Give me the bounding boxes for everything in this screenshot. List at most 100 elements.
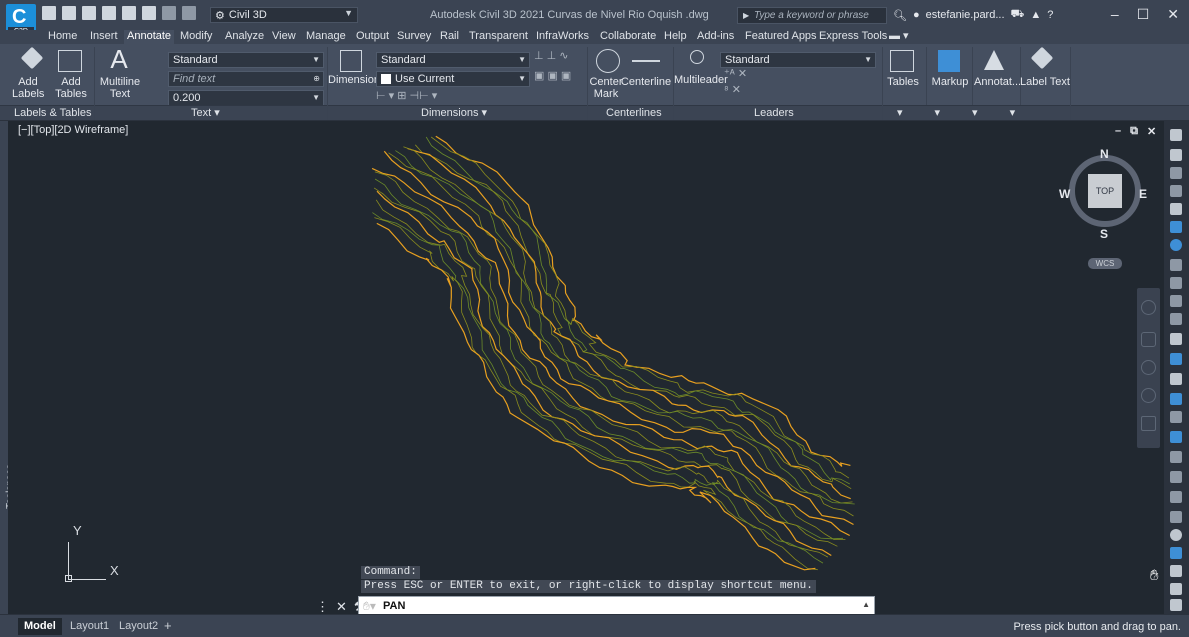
tab-modify[interactable]: Modify bbox=[180, 30, 212, 44]
toolspace-bar[interactable]: Toolspace bbox=[0, 121, 16, 614]
workspace-select[interactable]: ⚙ Civil 3D ▼ bbox=[210, 7, 358, 23]
zoom-icon[interactable] bbox=[1141, 360, 1156, 375]
dimension-button[interactable]: Dimension bbox=[328, 74, 380, 86]
compass-south[interactable]: S bbox=[1100, 227, 1108, 241]
section-icon[interactable] bbox=[1170, 511, 1182, 523]
leader-add-icon[interactable]: ⁺ᴬ ✕ bbox=[724, 68, 764, 80]
tab-annotate[interactable]: Annotate bbox=[124, 30, 175, 44]
steering-wheel-icon[interactable] bbox=[1141, 300, 1156, 315]
command-input[interactable]: ✋︎▾ PAN ▲ bbox=[358, 596, 875, 616]
close-icon[interactable]: ✕ bbox=[1167, 6, 1179, 23]
label-text-button[interactable]: Label Text bbox=[1020, 76, 1070, 88]
leader-align-icon[interactable]: ⁸ ✕ bbox=[724, 84, 764, 96]
restore-icon[interactable]: ⧉ bbox=[1130, 125, 1138, 138]
tab-output[interactable]: Output bbox=[356, 30, 389, 44]
viewcube[interactable]: TOP N S E W bbox=[1059, 147, 1147, 251]
annotate-button[interactable]: Annotat... bbox=[974, 76, 1021, 88]
dim-arrange-icon[interactable]: ⊥ ⊥ ∿ bbox=[534, 50, 582, 62]
panel-footer-labels-tables[interactable]: Labels & Tables ▾ bbox=[0, 105, 94, 133]
compass-north[interactable]: N bbox=[1100, 147, 1109, 161]
save-icon[interactable] bbox=[82, 6, 96, 20]
centerline-button[interactable]: Centerline bbox=[620, 76, 672, 88]
panel-footer-text[interactable]: Text ▾ bbox=[95, 105, 327, 120]
viewcube-top-face[interactable]: TOP bbox=[1088, 174, 1122, 208]
leader-style-select[interactable]: Standard ▼ bbox=[720, 52, 876, 68]
plot-icon[interactable] bbox=[122, 6, 136, 20]
wcs-menu[interactable]: WCS bbox=[1088, 258, 1122, 269]
tab-transparent[interactable]: Transparent bbox=[469, 30, 528, 44]
tab-help[interactable]: Help bbox=[664, 30, 687, 44]
add-labels-button[interactable]: Add Labels bbox=[12, 76, 44, 100]
cart-icon[interactable]: ⛟ bbox=[1011, 8, 1025, 22]
section-icon[interactable] bbox=[1170, 451, 1182, 463]
open-icon[interactable] bbox=[62, 6, 76, 20]
tab-rail[interactable]: Rail bbox=[440, 30, 459, 44]
text-height-select[interactable]: 0.200 ▼ bbox=[168, 90, 324, 106]
save-as-icon[interactable] bbox=[102, 6, 116, 20]
chevron-up-icon[interactable]: ▲ bbox=[862, 600, 870, 609]
minimize-icon[interactable]: – bbox=[1111, 6, 1119, 23]
section-icon[interactable] bbox=[1170, 491, 1182, 503]
point-icon[interactable] bbox=[1170, 295, 1182, 307]
add-layout-button[interactable]: + bbox=[158, 618, 178, 635]
assembly-icon[interactable] bbox=[1170, 565, 1182, 577]
markup-button[interactable]: Markup bbox=[928, 76, 972, 88]
globe-icon[interactable] bbox=[1170, 221, 1182, 233]
autodesk-icon[interactable]: ▲ bbox=[1030, 9, 1041, 21]
help-icon[interactable]: ? bbox=[1047, 9, 1053, 21]
close-icon[interactable]: ✕ bbox=[1147, 125, 1156, 138]
flag-outline-icon[interactable] bbox=[1170, 185, 1182, 197]
ribbon-toggle-icon[interactable]: ▬ ▾ bbox=[889, 30, 909, 44]
panel-footer-dimensions[interactable]: Dimensions ▾ bbox=[328, 105, 587, 120]
flag-icon[interactable] bbox=[1170, 129, 1182, 141]
tree-icon[interactable] bbox=[1170, 599, 1182, 611]
edit-icon[interactable] bbox=[1170, 411, 1182, 423]
point-icon[interactable] bbox=[1170, 313, 1182, 325]
layout-tab-layout1[interactable]: Layout1 bbox=[64, 618, 115, 635]
layout-tab-layout2[interactable]: Layout2 bbox=[113, 618, 164, 635]
compass-west[interactable]: W bbox=[1059, 187, 1070, 201]
orbit-icon[interactable] bbox=[1141, 388, 1156, 403]
print-icon[interactable] bbox=[142, 6, 156, 20]
pointer-icon[interactable] bbox=[1170, 167, 1182, 179]
compass-east[interactable]: E bbox=[1139, 187, 1147, 201]
find-text-input[interactable]: Find text ⊕ bbox=[168, 71, 324, 87]
tab-analyze[interactable]: Analyze bbox=[225, 30, 264, 44]
document-icon[interactable] bbox=[1170, 203, 1182, 215]
showmotion-icon[interactable] bbox=[1141, 416, 1156, 431]
edit-icon[interactable] bbox=[1170, 431, 1182, 443]
close-icon[interactable]: ✕ bbox=[336, 599, 347, 615]
sphere-icon[interactable] bbox=[1170, 239, 1182, 251]
section-icon[interactable] bbox=[1170, 471, 1182, 483]
profile-icon[interactable] bbox=[1170, 353, 1182, 365]
panel-footer-misc[interactable]: ▾▾▾▾ bbox=[883, 105, 1070, 120]
text-style-select[interactable]: Standard ▼ bbox=[168, 52, 324, 68]
tab-infraworks[interactable]: InfraWorks bbox=[536, 30, 589, 44]
multileader-button[interactable]: Multileader bbox=[674, 74, 728, 86]
tab-view[interactable]: View bbox=[272, 30, 296, 44]
arc-icon[interactable] bbox=[1170, 393, 1182, 405]
dim-style-select[interactable]: Standard ▼ bbox=[376, 52, 530, 68]
tab-add-ins[interactable]: Add-ins bbox=[697, 30, 734, 44]
point-icon[interactable] bbox=[1170, 277, 1182, 289]
viewport-label[interactable]: [−][Top][2D Wireframe] bbox=[18, 124, 128, 136]
point-icon[interactable] bbox=[1170, 259, 1182, 271]
center-mark-button[interactable]: Center Mark bbox=[588, 76, 624, 100]
multiline-text-button[interactable]: Multiline Text bbox=[98, 76, 142, 100]
search-input[interactable]: ▶ Type a keyword or phrase bbox=[737, 7, 887, 24]
tree-icon[interactable] bbox=[1170, 583, 1182, 595]
panel-footer-leaders[interactable]: Leaders bbox=[674, 105, 882, 120]
dim-break-icon[interactable]: ▣ ▣ ▣ bbox=[534, 70, 582, 82]
tab-express-tools[interactable]: Express Tools bbox=[819, 30, 887, 44]
grip-icon[interactable]: ⋮ bbox=[316, 599, 329, 615]
dim-layer-select[interactable]: Use Current ▼ bbox=[376, 71, 530, 87]
dim-tools-icon[interactable]: ⊢ ▾ ⊞ ⊣⊢ ▾ bbox=[376, 90, 446, 102]
tab-insert[interactable]: Insert bbox=[90, 30, 118, 44]
pan-icon[interactable] bbox=[1141, 332, 1156, 347]
add-tables-button[interactable]: Add Tables bbox=[54, 76, 88, 100]
grid-icon[interactable] bbox=[1170, 333, 1182, 345]
search-icon[interactable]: 🔍︎ bbox=[893, 9, 907, 22]
new-icon[interactable] bbox=[42, 6, 56, 20]
redo-icon[interactable] bbox=[182, 6, 196, 20]
user-name[interactable]: estefanie.pard... bbox=[926, 9, 1005, 21]
